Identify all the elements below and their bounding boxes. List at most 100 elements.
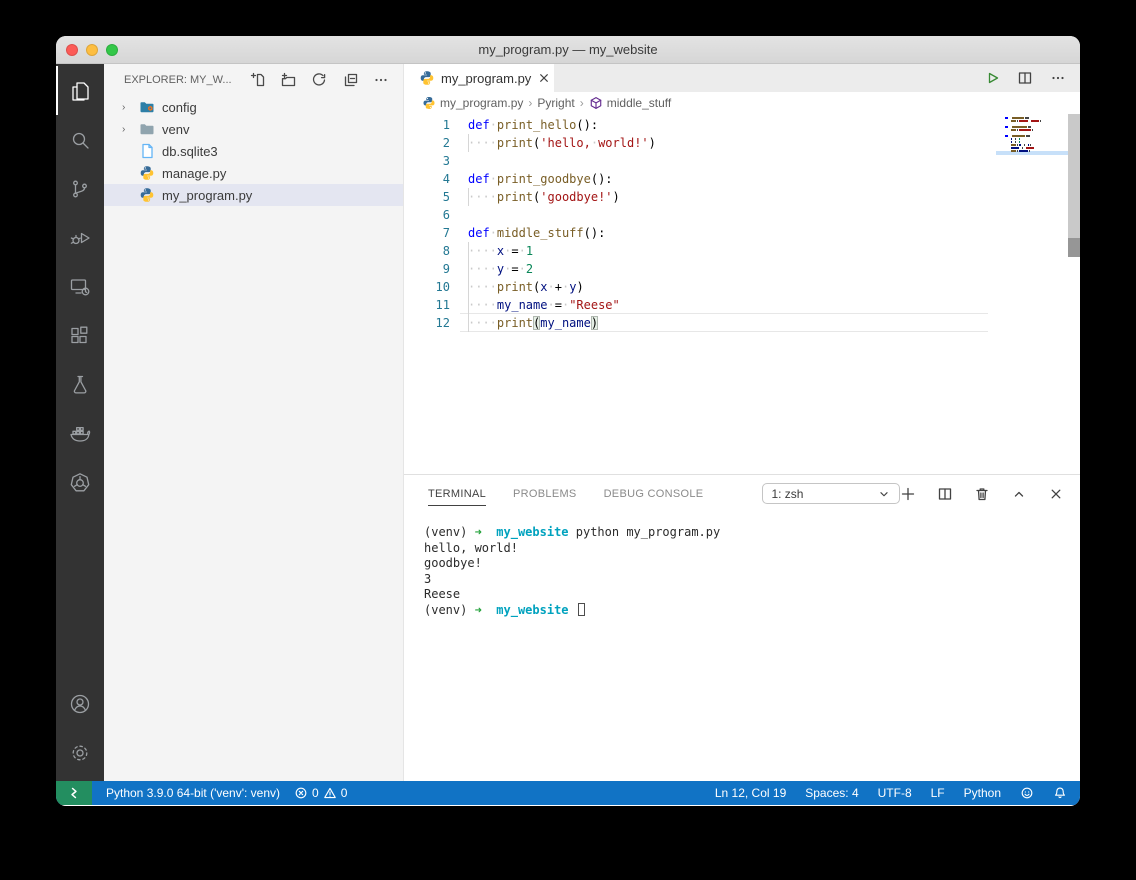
activity-item-kubernetes[interactable]	[56, 458, 104, 507]
line-number: 7	[404, 224, 450, 242]
maximize-panel-button[interactable]	[1011, 486, 1027, 502]
chevron-down-icon	[877, 487, 891, 501]
activity-item-source-control[interactable]	[56, 164, 104, 213]
python-icon	[422, 96, 436, 110]
run-button[interactable]	[984, 70, 1000, 86]
run-debug-icon	[68, 226, 92, 250]
more-icon[interactable]	[1050, 70, 1066, 86]
status-item-ln-12-col-19[interactable]: Ln 12, Col 19	[715, 786, 786, 800]
new-terminal-button[interactable]	[900, 486, 916, 502]
tree-item-config[interactable]: › config	[104, 96, 403, 118]
account-icon	[68, 692, 92, 716]
code-line-10[interactable]: 10 ····print(x·+·y)	[404, 278, 1080, 296]
code-line-12[interactable]: 12 ····print(my_name)	[404, 314, 1080, 332]
error-icon	[294, 786, 308, 800]
status-item-lf[interactable]: LF	[931, 786, 945, 800]
warning-icon	[323, 786, 337, 800]
code-line-11[interactable]: 11 ····my_name·=·"Reese"	[404, 296, 1080, 314]
minimize-window-button[interactable]	[86, 44, 98, 56]
terminal-output[interactable]: (venv) ➜ my_website python my_program.py…	[404, 512, 1080, 781]
split-terminal-button[interactable]	[937, 486, 953, 502]
refresh-icon[interactable]	[311, 72, 327, 88]
close-window-button[interactable]	[66, 44, 78, 56]
tab-my-program[interactable]: my_program.py	[404, 64, 554, 92]
status-item-utf-8[interactable]: UTF-8	[878, 786, 912, 800]
code-line-3[interactable]: 3	[404, 152, 1080, 170]
activity-item-settings[interactable]	[56, 728, 104, 777]
more-icon[interactable]	[373, 72, 389, 88]
file-tree: › config› venv db.sqlite3 manage.py my_p…	[104, 96, 403, 206]
new-folder-icon[interactable]	[280, 72, 296, 88]
line-number: 4	[404, 170, 450, 188]
split-editor-icon[interactable]	[1017, 70, 1033, 86]
code-line-1[interactable]: 1 def·print_hello():	[404, 116, 1080, 134]
tree-item-label: my_program.py	[162, 188, 252, 203]
tree-item-label: db.sqlite3	[162, 144, 218, 159]
explorer-sidebar: EXPLORER: MY_W... › config› venv db.sqli…	[104, 64, 404, 781]
breadcrumb-item-middle-stuff[interactable]: middle_stuff	[589, 96, 671, 110]
code-line-2[interactable]: 2 ····print('hello,·world!')	[404, 134, 1080, 152]
panel-tab-debug-console[interactable]: DEBUG CONSOLE	[604, 481, 704, 506]
code-line-8[interactable]: 8 ····x·=·1	[404, 242, 1080, 260]
activity-item-remote-explorer[interactable]	[56, 262, 104, 311]
tree-item-db-sqlite3[interactable]: db.sqlite3	[104, 140, 403, 162]
python-icon	[419, 70, 435, 86]
code-line-7[interactable]: 7 def·middle_stuff():	[404, 224, 1080, 242]
indent-guide	[468, 296, 469, 314]
folder-icon	[139, 121, 155, 137]
breadcrumb-item-my-program-py[interactable]: my_program.py	[422, 96, 523, 110]
line-number: 9	[404, 260, 450, 278]
status-item-spaces-4[interactable]: Spaces: 4	[805, 786, 858, 800]
code-line-5[interactable]: 5 ····print('goodbye!')	[404, 188, 1080, 206]
activity-item-search[interactable]	[56, 115, 104, 164]
breadcrumb-item-pyright[interactable]: Pyright	[537, 96, 574, 110]
python-icon	[139, 187, 155, 203]
collapse-all-icon[interactable]	[342, 72, 358, 88]
activity-item-explorer[interactable]	[56, 66, 104, 115]
activity-item-testing[interactable]	[56, 360, 104, 409]
close-panel-button[interactable]	[1048, 486, 1064, 502]
code-line-9[interactable]: 9 ····y·=·2	[404, 260, 1080, 278]
status-bell-icon[interactable]	[1053, 786, 1067, 800]
code-line-4[interactable]: 4 def·print_goodbye():	[404, 170, 1080, 188]
source-control-icon	[68, 177, 92, 201]
kill-terminal-button[interactable]	[974, 486, 990, 502]
code-editor[interactable]: 1 def·print_hello():2 ····print('hello,·…	[404, 114, 1080, 474]
explorer-icon	[68, 79, 92, 103]
activity-item-account[interactable]	[56, 679, 104, 728]
close-tab-icon[interactable]	[537, 71, 551, 85]
line-number: 10	[404, 278, 450, 296]
indent-guide	[468, 242, 469, 260]
new-file-icon[interactable]	[249, 72, 265, 88]
status-feedback-icon[interactable]	[1020, 786, 1034, 800]
line-number: 2	[404, 134, 450, 152]
status-item-python[interactable]: Python	[964, 786, 1001, 800]
shell-select-value: 1: zsh	[771, 487, 803, 501]
terminal-line: Reese	[424, 587, 1080, 603]
status-problems[interactable]: 00	[294, 786, 347, 800]
tree-item-manage-py[interactable]: manage.py	[104, 162, 403, 184]
tree-item-my-program-py[interactable]: my_program.py	[104, 184, 403, 206]
panel-tab-problems[interactable]: PROBLEMS	[513, 481, 577, 506]
search-icon	[68, 128, 92, 152]
activity-item-run-debug[interactable]	[56, 213, 104, 262]
activity-item-extensions[interactable]	[56, 311, 104, 360]
editor-actions	[984, 64, 1080, 92]
terminal-shell-select[interactable]: 1: zsh	[762, 483, 900, 504]
terminal-line: hello, world!	[424, 541, 1080, 557]
remote-indicator[interactable]	[56, 781, 92, 805]
tree-item-venv[interactable]: › venv	[104, 118, 403, 140]
activity-item-docker[interactable]	[56, 409, 104, 458]
title-bar[interactable]: my_program.py — my_website	[56, 36, 1080, 64]
status-python-interpreter[interactable]: Python 3.9.0 64-bit ('venv': venv)	[106, 786, 280, 800]
settings-icon	[68, 741, 92, 765]
panel-tab-terminal[interactable]: TERMINAL	[428, 481, 486, 506]
zoom-window-button[interactable]	[106, 44, 118, 56]
tab-label: my_program.py	[441, 71, 531, 86]
tree-item-label: config	[162, 100, 197, 115]
line-number: 11	[404, 296, 450, 314]
code-line-6[interactable]: 6	[404, 206, 1080, 224]
file-db-icon	[139, 143, 155, 159]
line-number: 5	[404, 188, 450, 206]
explorer-title: EXPLORER: MY_W...	[124, 74, 232, 86]
